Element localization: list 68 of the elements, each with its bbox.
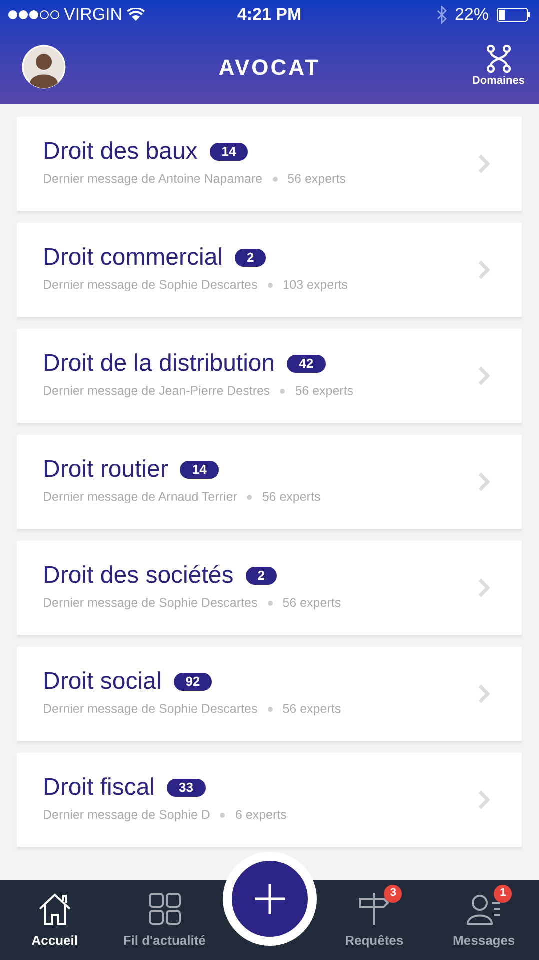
battery-percent: 22% (454, 4, 489, 26)
experts-count: 56 experts (295, 382, 354, 400)
count-badge: 92 (174, 672, 212, 691)
experts-count: 56 experts (282, 700, 342, 718)
signal-icon (8, 10, 60, 20)
domain-title: Droit social (43, 670, 162, 694)
domain-card[interactable]: Droit des baux 14 Dernier message de Antoine Napamare 56 experts (17, 117, 522, 211)
chevron-right-icon (478, 472, 490, 492)
last-message-text: Dernier message de Jean-Pierre Destres (43, 382, 270, 400)
domain-title: Droit des sociétés (43, 564, 234, 588)
experts-count: 103 experts (282, 276, 348, 294)
chevron-right-icon (478, 790, 490, 810)
last-message-text: Dernier message de Sophie Descartes (43, 276, 258, 294)
domain-card[interactable]: Droit commercial 2 Dernier message de Sophie Descartes 103 experts (17, 223, 522, 317)
battery-icon (497, 8, 531, 22)
last-message-text: Dernier message de Sophie Descartes (43, 700, 258, 718)
bluetooth-icon (436, 6, 447, 24)
screen-title: AVOCAT (218, 54, 320, 82)
domain-title: Droit commercial (43, 246, 224, 270)
domain-title: Droit fiscal (43, 776, 156, 800)
tab-item[interactable]: 1 Messages (429, 880, 539, 960)
domaines-button[interactable]: Domaines (472, 44, 525, 90)
domain-card[interactable]: Droit routier 14 Dernier message de Arnaud Terrier 56 experts (17, 435, 522, 529)
dot-separator (268, 600, 273, 606)
notification-badge: 1 (494, 884, 512, 902)
count-badge: 2 (246, 566, 277, 585)
count-badge: 14 (210, 142, 248, 161)
domain-card[interactable]: Droit de la distribution 42 Dernier message de Jean-Pierre Destres 56 experts (17, 329, 522, 423)
domain-title: Droit des baux (43, 140, 198, 164)
chevron-right-icon (478, 684, 490, 704)
plus-icon (254, 884, 284, 914)
avatar-icon[interactable] (22, 45, 66, 89)
domain-card[interactable]: Droit fiscal 33 Dernier message de Sophie D 6 experts (17, 753, 522, 847)
last-message-text: Dernier message de Sophie D (43, 806, 210, 824)
branch-icon (486, 44, 512, 73)
count-badge: 42 (287, 354, 326, 373)
domain-title: Droit de la distribution (43, 352, 276, 376)
wifi-icon (126, 8, 145, 22)
count-badge: 14 (180, 460, 219, 479)
experts-count: 56 experts (262, 488, 321, 506)
count-badge: 2 (235, 248, 266, 267)
chevron-right-icon (478, 366, 490, 386)
grid-icon (146, 890, 183, 926)
clock-time: 4:21 PM (237, 4, 302, 26)
domain-card[interactable]: Droit des sociétés 2 Dernier message de Sophie Descartes 56 experts (17, 541, 522, 635)
domain-title: Droit routier (43, 458, 168, 482)
chevron-right-icon (478, 578, 490, 598)
dot-separator (268, 706, 273, 712)
experts-count: 6 experts (235, 806, 287, 824)
dot-separator (268, 282, 273, 288)
chevron-right-icon (478, 154, 490, 174)
count-badge: 33 (167, 778, 206, 797)
experts-count: 56 experts (288, 170, 346, 188)
tab-item[interactable]: Accueil (0, 880, 110, 960)
last-message-text: Dernier message de Arnaud Terrier (43, 488, 238, 506)
dot-separator (220, 812, 226, 818)
dot-separator (272, 176, 278, 182)
notification-badge: 3 (384, 884, 402, 902)
domain-card[interactable]: Droit social 92 Dernier message de Sophie Descartes 56 experts (17, 647, 522, 741)
chevron-right-icon (478, 260, 490, 280)
dot-separator (280, 388, 286, 394)
tab-item[interactable]: Fil d'actualité (110, 880, 220, 960)
experts-count: 56 experts (282, 594, 342, 612)
last-message-text: Dernier message de Antoine Napamare (43, 170, 263, 188)
carrier-name: VIRGIN (64, 4, 123, 26)
last-message-text: Dernier message de Sophie Descartes (43, 594, 258, 612)
dot-separator (247, 494, 252, 500)
tab-item[interactable]: 3 Requêtes (320, 880, 430, 960)
